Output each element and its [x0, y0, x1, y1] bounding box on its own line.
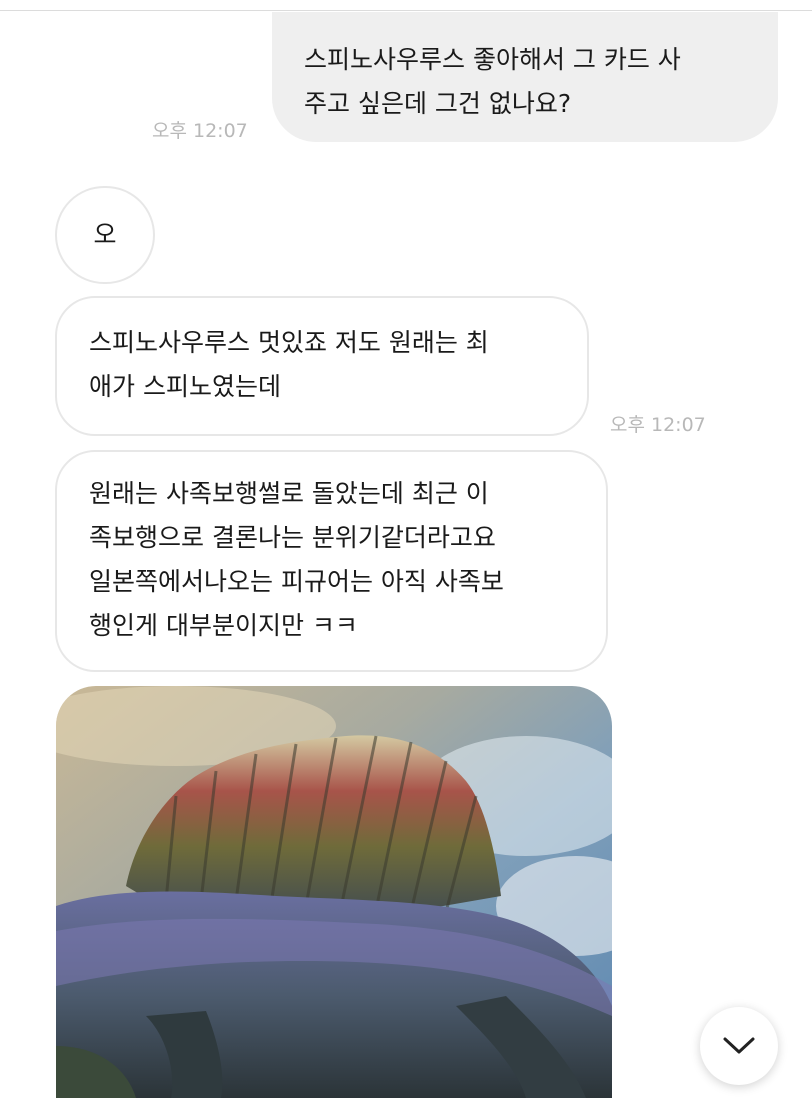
sent-message-bubble[interactable]: 스피노사우루스 좋아해서 그 카드 사 주고 싶은데 그건 없나요? [272, 12, 778, 142]
received-message-bubble[interactable]: 원래는 사족보행썰로 돌았는데 최근 이 족보행으로 결론나는 분위기같더라고요… [55, 450, 608, 672]
chevron-down-icon [723, 1037, 755, 1054]
scroll-to-bottom-button[interactable] [700, 1007, 778, 1085]
spinosaurus-image[interactable] [56, 686, 612, 1098]
spinosaurus-illustration [56, 686, 612, 1098]
received-message-bubble[interactable]: 스피노사우루스 멋있죠 저도 원래는 최 애가 스피노였는데 [55, 296, 589, 436]
received-message-time: 오후 12:07 [610, 414, 706, 436]
chat-screen: 스피노사우루스 좋아해서 그 카드 사 주고 싶은데 그건 없나요? 오후 12… [0, 0, 812, 1098]
sent-message-time: 오후 12:07 [152, 120, 248, 142]
top-divider [0, 10, 812, 11]
received-message-bubble[interactable]: 오 [55, 186, 155, 284]
